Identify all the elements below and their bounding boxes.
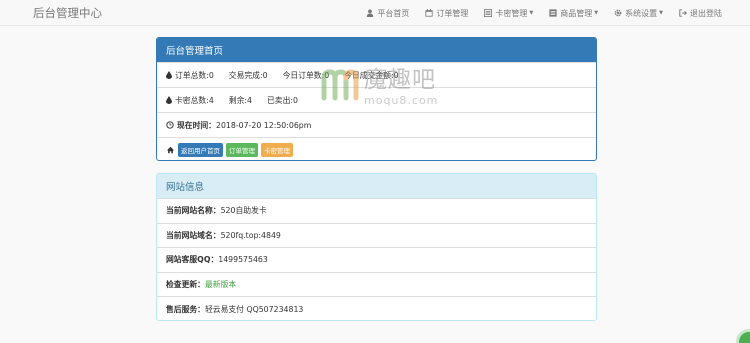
card-management-button[interactable]: 卡密管理: [261, 143, 293, 157]
nav-platform-home-label: 平台首页: [377, 8, 410, 18]
nav-product-management-label: 商品管理: [560, 8, 593, 18]
current-time-label: 现在时间：: [177, 120, 216, 130]
support-qq-label: 网站客服QQ：: [166, 255, 219, 265]
quick-actions-row: 返回用户首页 订单管理 卡密管理: [157, 137, 596, 160]
after-sales-row: 售后服务： 轻云易支付 QQ507234813: [157, 296, 596, 320]
chevron-down-icon: ▼: [659, 10, 663, 16]
card-sold-stat: 已卖出: 0: [267, 95, 298, 106]
site-info-panel: 网站信息 当前网站名称： 520自助发卡 当前网站域名： 520fq.top:4…: [156, 173, 597, 321]
chevron-down-icon: ▼: [594, 10, 599, 16]
main-nav: 平台首页 订单管理 卡密管理 ▼ 商品管理 ▼ 系统设置 ▼ 退出登陆: [366, 0, 750, 26]
card-sold-value: 0: [293, 95, 298, 105]
back-to-user-home-button[interactable]: 返回用户首页: [178, 143, 223, 157]
dashboard-panel: 后台管理首页 订单总数: 0 交易完成: 0 今日订单数: 0 今日成交金额: 0 卡密…: [156, 37, 597, 161]
site-info-title: 网站信息: [157, 174, 596, 198]
today-amount-label: 今日成交金额:: [344, 70, 394, 80]
tint-icon: [166, 96, 172, 104]
today-orders-value: 0: [324, 70, 330, 80]
nav-logout-label: 退出登陆: [690, 8, 722, 18]
card-sold-label: 已卖出:: [267, 95, 294, 105]
order-total-stat: 订单总数: 0: [175, 70, 214, 81]
user-icon: [367, 9, 374, 17]
calendar-icon: [425, 9, 434, 17]
nav-product-management[interactable]: 商品管理 ▼: [549, 8, 598, 19]
completed-label: 交易完成:: [228, 70, 263, 80]
today-orders-label: 今日订单数:: [282, 70, 325, 80]
nav-logout[interactable]: 退出登陆: [679, 8, 722, 19]
nav-system-settings-label: 系统设置: [625, 8, 658, 18]
order-total-label: 订单总数:: [175, 70, 209, 80]
nav-system-settings[interactable]: 系统设置 ▼: [614, 8, 663, 19]
after-sales-value: 轻云易支付 QQ507234813: [204, 304, 304, 314]
current-time-value: 2018-07-20 12:50:06pm: [215, 120, 312, 130]
site-domain-value: 520fq.top:4849: [220, 230, 281, 240]
after-sales-label: 售后服务：: [166, 304, 205, 314]
top-navbar: 后台管理中心 平台首页 订单管理 卡密管理 ▼ 商品管理 ▼ 系统设置 ▼ 退出…: [0, 0, 750, 26]
home-icon: [166, 146, 175, 154]
card-stats-row: 卡密总数: 4 剩余: 4 已卖出: 0: [157, 87, 596, 112]
site-name-row: 当前网站名称： 520自助发卡: [157, 198, 596, 223]
card-total-value: 4: [208, 95, 214, 105]
nav-card-management[interactable]: 卡密管理 ▼: [484, 8, 533, 19]
site-domain-label: 当前网站域名：: [166, 230, 221, 240]
nav-platform-home[interactable]: 平台首页: [366, 8, 409, 19]
dashboard-panel-title: 后台管理首页: [157, 38, 596, 62]
gear-icon: [614, 9, 622, 17]
site-name-label: 当前网站名称：: [166, 206, 221, 216]
nav-orders-label: 订单管理: [436, 8, 469, 18]
list-icon: [549, 9, 557, 17]
completed-value: 0: [262, 70, 268, 80]
clock-icon: [166, 121, 174, 129]
check-update-value[interactable]: 最新版本: [205, 279, 236, 290]
nav-card-management-label: 卡密管理: [495, 8, 528, 18]
today-orders-stat: 今日订单数: 0: [283, 70, 330, 81]
corner-badge[interactable]: [736, 329, 750, 343]
card-remaining-label: 剩余:: [228, 95, 248, 105]
site-domain-row: 当前网站域名： 520fq.top:4849: [157, 222, 596, 248]
logout-icon: [679, 9, 687, 17]
card-total-label: 卡密总数:: [175, 95, 209, 105]
card-remaining-stat: 剩余: 4: [229, 95, 252, 106]
nav-orders[interactable]: 订单管理: [425, 8, 468, 19]
chevron-down-icon: ▼: [529, 10, 534, 16]
card-total-stat: 卡密总数: 4: [175, 95, 214, 106]
support-qq-row: 网站客服QQ： 1499575463: [157, 247, 596, 272]
today-amount-stat: 今日成交金额: 0: [344, 70, 398, 81]
current-time-row: 现在时间： 2018-07-20 12:50:06pm: [157, 112, 596, 137]
order-stats-row: 订单总数: 0 交易完成: 0 今日订单数: 0 今日成交金额: 0: [157, 62, 596, 87]
order-management-button[interactable]: 订单管理: [226, 143, 258, 157]
tint-icon: [166, 71, 172, 79]
today-amount-value: 0: [393, 70, 399, 80]
order-total-value: 0: [208, 70, 214, 80]
card-remaining-value: 4: [247, 95, 252, 105]
site-name-value: 520自助发卡: [220, 206, 267, 216]
check-update-row: 检查更新： 最新版本: [157, 271, 596, 297]
check-update-label: 检查更新：: [166, 280, 205, 290]
support-qq-value: 1499575463: [218, 255, 268, 265]
completed-stat: 交易完成: 0: [229, 70, 268, 81]
card-list-icon: [484, 9, 493, 17]
app-title[interactable]: 后台管理中心: [33, 5, 102, 21]
